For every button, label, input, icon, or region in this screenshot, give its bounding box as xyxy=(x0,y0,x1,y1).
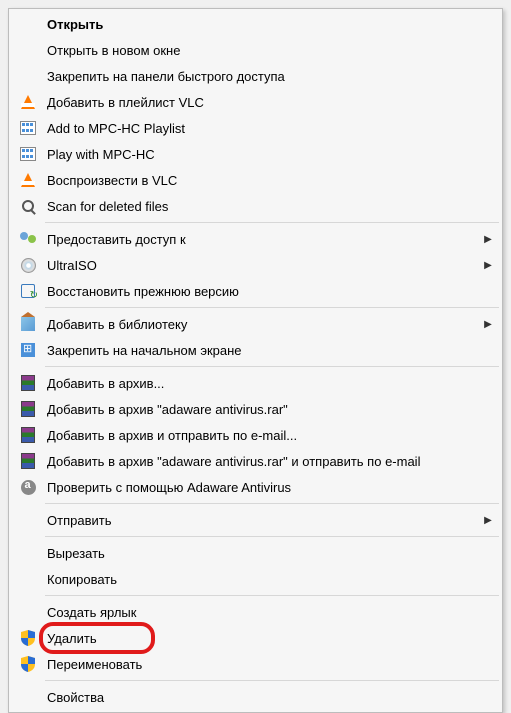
adaware-icon xyxy=(15,476,41,498)
menu-item-ultraiso[interactable]: UltraISO ▶ xyxy=(11,252,500,278)
menu-separator xyxy=(45,503,499,504)
library-icon xyxy=(15,313,41,335)
menu-label: Предоставить доступ к xyxy=(47,232,480,247)
menu-item-open-new-window[interactable]: Открыть в новом окне xyxy=(11,37,500,63)
menu-separator xyxy=(45,595,499,596)
menu-label: Проверить с помощью Adaware Antivirus xyxy=(47,480,496,495)
blank-icon xyxy=(15,568,41,590)
rar-icon xyxy=(15,398,41,420)
menu-item-check-adaware[interactable]: Проверить с помощью Adaware Antivirus xyxy=(11,474,500,500)
menu-item-delete[interactable]: Удалить xyxy=(11,625,500,651)
menu-label: Переименовать xyxy=(47,657,496,672)
blank-icon xyxy=(15,542,41,564)
menu-label: Воспроизвести в VLC xyxy=(47,173,496,188)
menu-item-add-archive-named-email[interactable]: Добавить в архив "adaware antivirus.rar"… xyxy=(11,448,500,474)
menu-label: Вырезать xyxy=(47,546,496,561)
menu-label: Создать ярлык xyxy=(47,605,496,620)
restore-icon xyxy=(15,280,41,302)
rar-icon xyxy=(15,450,41,472)
menu-label: UltraISO xyxy=(47,258,480,273)
context-menu: Открыть Открыть в новом окне Закрепить н… xyxy=(8,8,503,713)
menu-label: Добавить в архив "adaware antivirus.rar" xyxy=(47,402,496,417)
menu-item-add-archive-email[interactable]: Добавить в архив и отправить по e-mail..… xyxy=(11,422,500,448)
menu-label: Открыть в новом окне xyxy=(47,43,496,58)
disc-icon xyxy=(15,254,41,276)
chevron-right-icon: ▶ xyxy=(480,319,496,330)
rar-icon xyxy=(15,372,41,394)
menu-label: Play with MPC-HC xyxy=(47,147,496,162)
rar-icon xyxy=(15,424,41,446)
menu-item-scan-deleted[interactable]: Scan for deleted files xyxy=(11,193,500,219)
blank-icon xyxy=(15,65,41,87)
menu-label: Закрепить на панели быстрого доступа xyxy=(47,69,496,84)
menu-item-add-library[interactable]: Добавить в библиотеку ▶ xyxy=(11,311,500,337)
menu-label: Добавить в архив "adaware antivirus.rar"… xyxy=(47,454,496,469)
mpc-icon xyxy=(15,117,41,139)
menu-item-pin-start[interactable]: Закрепить на начальном экране xyxy=(11,337,500,363)
blank-icon xyxy=(15,509,41,531)
menu-separator xyxy=(45,307,499,308)
vlc-icon xyxy=(15,91,41,113)
menu-label: Add to MPC-HC Playlist xyxy=(47,121,496,136)
menu-item-copy[interactable]: Копировать xyxy=(11,566,500,592)
menu-item-play-mpc[interactable]: Play with MPC-HC xyxy=(11,141,500,167)
chevron-right-icon: ▶ xyxy=(480,515,496,526)
blank-icon xyxy=(15,39,41,61)
menu-separator xyxy=(45,680,499,681)
menu-item-add-vlc-playlist[interactable]: Добавить в плейлист VLC xyxy=(11,89,500,115)
menu-label: Открыть xyxy=(47,17,496,32)
menu-item-give-access[interactable]: Предоставить доступ к ▶ xyxy=(11,226,500,252)
menu-item-send-to[interactable]: Отправить ▶ xyxy=(11,507,500,533)
search-icon xyxy=(15,195,41,217)
menu-item-add-mpc-playlist[interactable]: Add to MPC-HC Playlist xyxy=(11,115,500,141)
menu-label: Удалить xyxy=(47,631,496,646)
menu-label: Scan for deleted files xyxy=(47,199,496,214)
menu-item-cut[interactable]: Вырезать xyxy=(11,540,500,566)
pin-start-icon xyxy=(15,339,41,361)
menu-label: Добавить в плейлист VLC xyxy=(47,95,496,110)
menu-label: Восстановить прежнюю версию xyxy=(47,284,496,299)
menu-item-add-archive[interactable]: Добавить в архив... xyxy=(11,370,500,396)
menu-label: Отправить xyxy=(47,513,480,528)
menu-label: Свойства xyxy=(47,690,496,705)
blank-icon xyxy=(15,601,41,623)
menu-item-add-archive-named[interactable]: Добавить в архив "adaware antivirus.rar" xyxy=(11,396,500,422)
menu-item-play-vlc[interactable]: Воспроизвести в VLC xyxy=(11,167,500,193)
menu-item-restore-previous[interactable]: Восстановить прежнюю версию xyxy=(11,278,500,304)
menu-item-pin-quick-access[interactable]: Закрепить на панели быстрого доступа xyxy=(11,63,500,89)
shield-icon xyxy=(15,627,41,649)
menu-item-create-shortcut[interactable]: Создать ярлык xyxy=(11,599,500,625)
shield-icon xyxy=(15,653,41,675)
users-icon xyxy=(15,228,41,250)
blank-icon xyxy=(15,686,41,708)
menu-label: Добавить в библиотеку xyxy=(47,317,480,332)
menu-separator xyxy=(45,536,499,537)
blank-icon xyxy=(15,13,41,35)
menu-separator xyxy=(45,222,499,223)
menu-label: Закрепить на начальном экране xyxy=(47,343,496,358)
chevron-right-icon: ▶ xyxy=(480,260,496,271)
menu-item-properties[interactable]: Свойства xyxy=(11,684,500,710)
mpc-icon xyxy=(15,143,41,165)
menu-label: Добавить в архив... xyxy=(47,376,496,391)
vlc-icon xyxy=(15,169,41,191)
menu-separator xyxy=(45,366,499,367)
menu-item-rename[interactable]: Переименовать xyxy=(11,651,500,677)
chevron-right-icon: ▶ xyxy=(480,234,496,245)
menu-item-open[interactable]: Открыть xyxy=(11,11,500,37)
menu-label: Добавить в архив и отправить по e-mail..… xyxy=(47,428,496,443)
menu-label: Копировать xyxy=(47,572,496,587)
